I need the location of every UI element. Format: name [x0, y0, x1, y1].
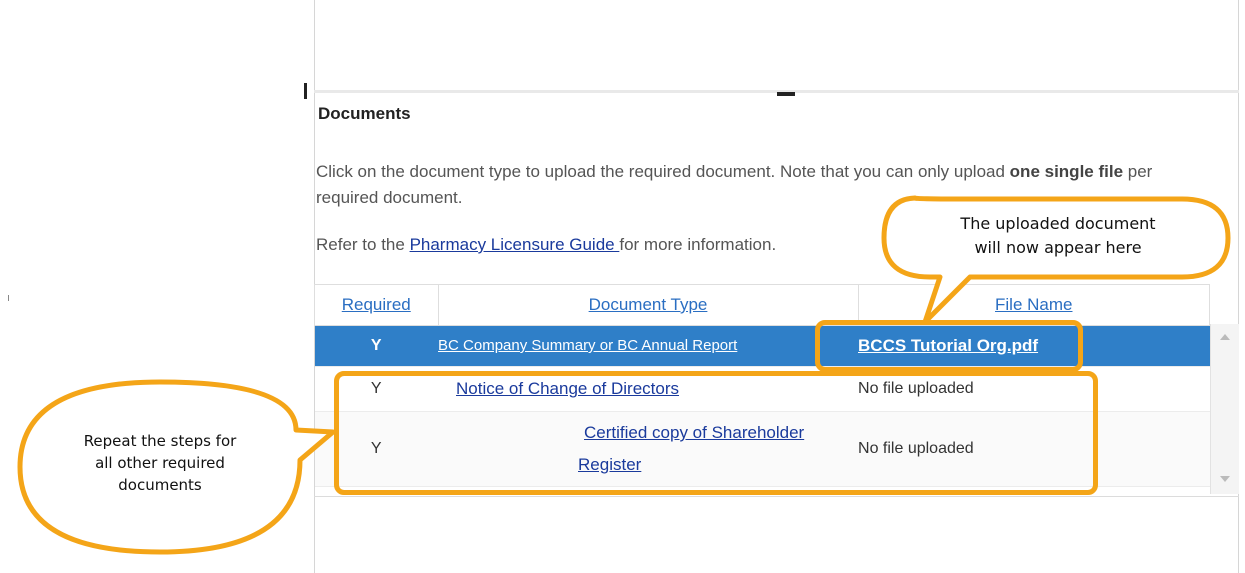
- uploaded-callout-text: The uploaded document will now appear he…: [900, 212, 1216, 260]
- callout-line: Repeat the steps for: [83, 432, 237, 450]
- repeat-callout-text: Repeat the steps for all other required …: [30, 430, 290, 496]
- callout-line: will now appear here: [974, 238, 1142, 257]
- callout-line: all other required: [95, 454, 225, 472]
- callout-line: The uploaded document: [960, 214, 1156, 233]
- callout-line: documents: [118, 476, 202, 494]
